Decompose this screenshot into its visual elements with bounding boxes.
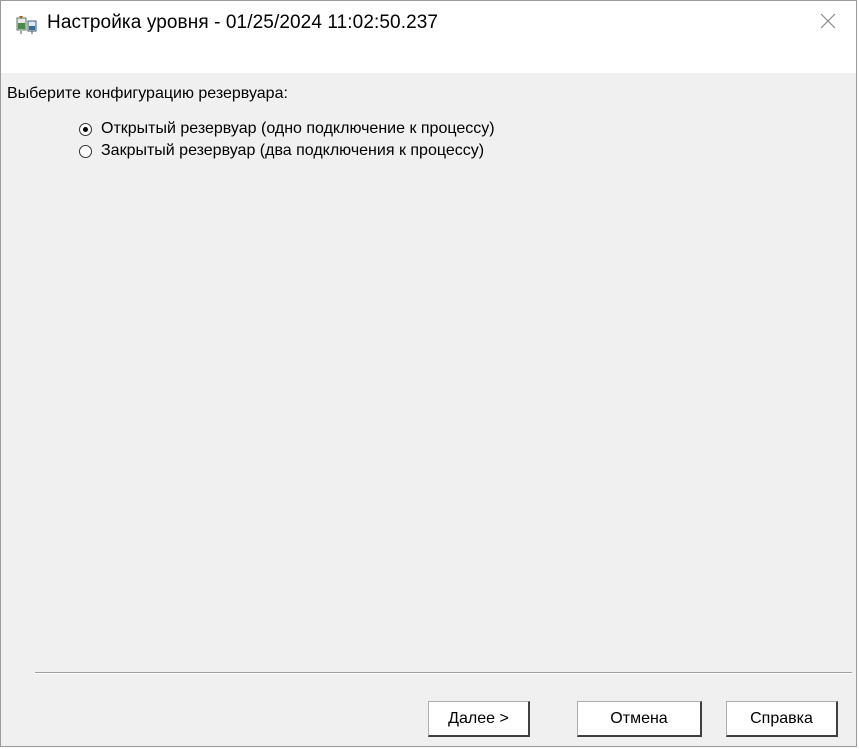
dialog-client-area: Выберите конфигурацию резервуара: Открыт… (1, 73, 856, 746)
dialog-window: Настройка уровня - 01/25/2024 11:02:50.2… (0, 0, 857, 747)
open-tank-option[interactable]: Открытый резервуар (одно подключение к п… (79, 119, 495, 139)
help-button[interactable]: Справка (726, 701, 838, 737)
open-tank-label: Открытый резервуар (одно подключение к п… (101, 120, 495, 137)
closed-tank-label: Закрытый резервуар (два подключения к пр… (101, 142, 485, 159)
close-button[interactable] (806, 5, 850, 41)
button-separator (35, 672, 852, 674)
open-tank-radio[interactable] (79, 122, 92, 136)
next-button[interactable]: Далее > (428, 701, 530, 737)
close-icon (820, 13, 836, 34)
title-bar: Настройка уровня - 01/25/2024 11:02:50.2… (1, 1, 856, 73)
level-setup-app-icon (16, 15, 38, 35)
cancel-button[interactable]: Отмена (577, 701, 702, 737)
closed-tank-radio[interactable] (79, 144, 92, 158)
closed-tank-option[interactable]: Закрытый резервуар (два подключения к пр… (79, 141, 484, 161)
tank-config-prompt: Выберите конфигурацию резервуара: (7, 85, 288, 102)
window-title: Настройка уровня - 01/25/2024 11:02:50.2… (47, 12, 439, 33)
